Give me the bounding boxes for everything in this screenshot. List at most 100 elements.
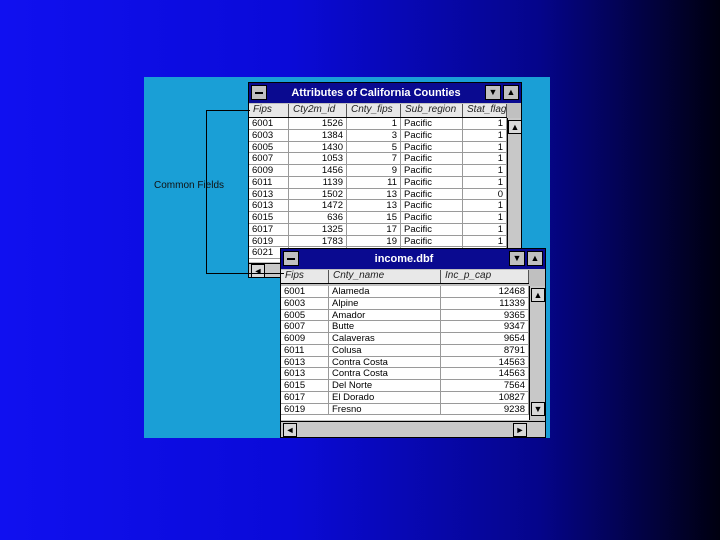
- system-menu-button[interactable]: [283, 251, 299, 266]
- table-cell[interactable]: 6003: [281, 297, 329, 309]
- table-cell[interactable]: Pacific: [401, 153, 463, 164]
- table-cell[interactable]: 9238: [441, 403, 529, 415]
- table-cell[interactable]: 1: [347, 118, 401, 129]
- scroll-down-icon[interactable]: ▼: [531, 402, 545, 416]
- column-header[interactable]: Inc_p_cap: [441, 270, 529, 283]
- table-cell[interactable]: 10827: [441, 391, 529, 403]
- table-row[interactable]: 6013 Contra Costa 14563: [281, 368, 529, 380]
- table-row[interactable]: 6007 1053 7 Pacific 1: [249, 153, 507, 165]
- table-cell[interactable]: 9365: [441, 309, 529, 321]
- table-cell[interactable]: Pacific: [401, 118, 463, 129]
- table-row[interactable]: 6011 1139 11 Pacific 1: [249, 176, 507, 189]
- table-cell[interactable]: Pacific: [401, 129, 463, 141]
- scroll-right-icon[interactable]: ►: [513, 423, 527, 437]
- table-cell[interactable]: 12468: [441, 286, 529, 297]
- table-cell[interactable]: 1: [463, 141, 507, 153]
- table-cell[interactable]: 6019: [281, 403, 329, 415]
- table-row[interactable]: 6005 Amador 9365: [281, 309, 529, 322]
- column-header[interactable]: Cnty_fips: [347, 104, 401, 117]
- minimize-icon[interactable]: ▼: [485, 85, 501, 100]
- table-cell[interactable]: 6013: [281, 368, 329, 379]
- table-cell[interactable]: 17: [347, 223, 401, 235]
- table-row[interactable]: 6005 1430 5 Pacific 1: [249, 141, 507, 154]
- table-cell[interactable]: 6013: [249, 188, 289, 200]
- table-cell[interactable]: Contra Costa: [329, 368, 441, 379]
- table-row[interactable]: 6013 1502 13 Pacific 0: [249, 188, 507, 201]
- table-cell[interactable]: 1: [463, 165, 507, 176]
- table-cell[interactable]: Alameda: [329, 286, 441, 297]
- table-cell[interactable]: Pacific: [401, 188, 463, 200]
- table-cell[interactable]: Pacific: [401, 141, 463, 153]
- attributes-vertical-scrollbar[interactable]: ▲: [507, 118, 521, 262]
- table-cell[interactable]: Pacific: [401, 200, 463, 211]
- table-row[interactable]: 6015 636 15 Pacific 1: [249, 212, 507, 224]
- table-cell[interactable]: 7564: [441, 380, 529, 391]
- table-row[interactable]: 6017 1325 17 Pacific 1: [249, 223, 507, 236]
- column-header[interactable]: Fips: [249, 104, 289, 117]
- table-cell[interactable]: Pacific: [401, 176, 463, 188]
- table-cell[interactable]: 3: [347, 129, 401, 141]
- table-cell[interactable]: Pacific: [401, 165, 463, 176]
- scroll-up-icon[interactable]: ▲: [531, 288, 545, 302]
- table-cell[interactable]: 6009: [281, 333, 329, 344]
- table-row[interactable]: 6019 1783 19 Pacific 1: [249, 235, 507, 248]
- table-cell[interactable]: 19: [347, 235, 401, 247]
- table-cell[interactable]: 1139: [289, 176, 347, 188]
- table-cell[interactable]: 1: [463, 153, 507, 164]
- table-cell[interactable]: 9654: [441, 333, 529, 344]
- maximize-icon[interactable]: ▲: [527, 251, 543, 266]
- table-cell[interactable]: 7: [347, 153, 401, 164]
- table-cell[interactable]: Del Norte: [329, 380, 441, 391]
- table-cell[interactable]: Pacific: [401, 235, 463, 247]
- table-cell[interactable]: 11339: [441, 297, 529, 309]
- maximize-icon[interactable]: ▲: [503, 85, 519, 100]
- table-cell[interactable]: 6005: [281, 309, 329, 321]
- income-vertical-scrollbar[interactable]: ▲ ▼: [529, 286, 545, 420]
- table-cell[interactable]: El Dorado: [329, 391, 441, 403]
- table-cell[interactable]: Fresno: [329, 403, 441, 415]
- table-cell[interactable]: 1: [463, 176, 507, 188]
- table-row[interactable]: 6013 1472 13 Pacific 1: [249, 200, 507, 212]
- table-cell[interactable]: 6011: [249, 176, 289, 188]
- table-row[interactable]: 6015 Del Norte 7564: [281, 380, 529, 392]
- table-cell[interactable]: 1: [463, 212, 507, 223]
- table-cell[interactable]: 9347: [441, 321, 529, 332]
- column-header[interactable]: Fips: [281, 270, 329, 283]
- table-cell[interactable]: 6003: [249, 129, 289, 141]
- table-cell[interactable]: 13: [347, 200, 401, 211]
- table-cell[interactable]: 1325: [289, 223, 347, 235]
- table-cell[interactable]: 6013: [281, 356, 329, 368]
- table-cell[interactable]: 6019: [249, 235, 289, 247]
- table-cell[interactable]: 14563: [441, 368, 529, 379]
- table-cell[interactable]: 6015: [281, 380, 329, 391]
- table-cell[interactable]: Contra Costa: [329, 356, 441, 368]
- table-cell[interactable]: 1502: [289, 188, 347, 200]
- table-cell[interactable]: 9: [347, 165, 401, 176]
- table-row[interactable]: 6003 Alpine 11339: [281, 297, 529, 310]
- table-row[interactable]: 6007 Butte 9347: [281, 321, 529, 333]
- table-row[interactable]: 6009 Calaveras 9654: [281, 333, 529, 345]
- table-cell[interactable]: 15: [347, 212, 401, 223]
- table-cell[interactable]: 11: [347, 176, 401, 188]
- table-cell[interactable]: Pacific: [401, 212, 463, 223]
- table-cell[interactable]: Butte: [329, 321, 441, 332]
- system-menu-button[interactable]: [251, 85, 267, 100]
- column-header[interactable]: Cnty_name: [329, 270, 441, 283]
- table-cell[interactable]: 1: [463, 223, 507, 235]
- table-cell[interactable]: 6007: [281, 321, 329, 332]
- table-cell[interactable]: 0: [463, 188, 507, 200]
- table-cell[interactable]: 1783: [289, 235, 347, 247]
- income-horizontal-scrollbar[interactable]: ◄ ►: [281, 421, 545, 437]
- table-row[interactable]: 6017 El Dorado 10827: [281, 391, 529, 404]
- table-row[interactable]: 6019 Fresno 9238: [281, 403, 529, 416]
- scroll-left-icon[interactable]: ◄: [283, 423, 297, 437]
- table-cell[interactable]: 1472: [289, 200, 347, 211]
- table-cell[interactable]: 6017: [281, 391, 329, 403]
- table-cell[interactable]: 6011: [281, 344, 329, 356]
- income-titlebar[interactable]: income.dbf ▼ ▲: [281, 249, 545, 269]
- table-cell[interactable]: 1430: [289, 141, 347, 153]
- table-cell[interactable]: 5: [347, 141, 401, 153]
- table-cell[interactable]: 6005: [249, 141, 289, 153]
- table-cell[interactable]: Colusa: [329, 344, 441, 356]
- table-cell[interactable]: 1456: [289, 165, 347, 176]
